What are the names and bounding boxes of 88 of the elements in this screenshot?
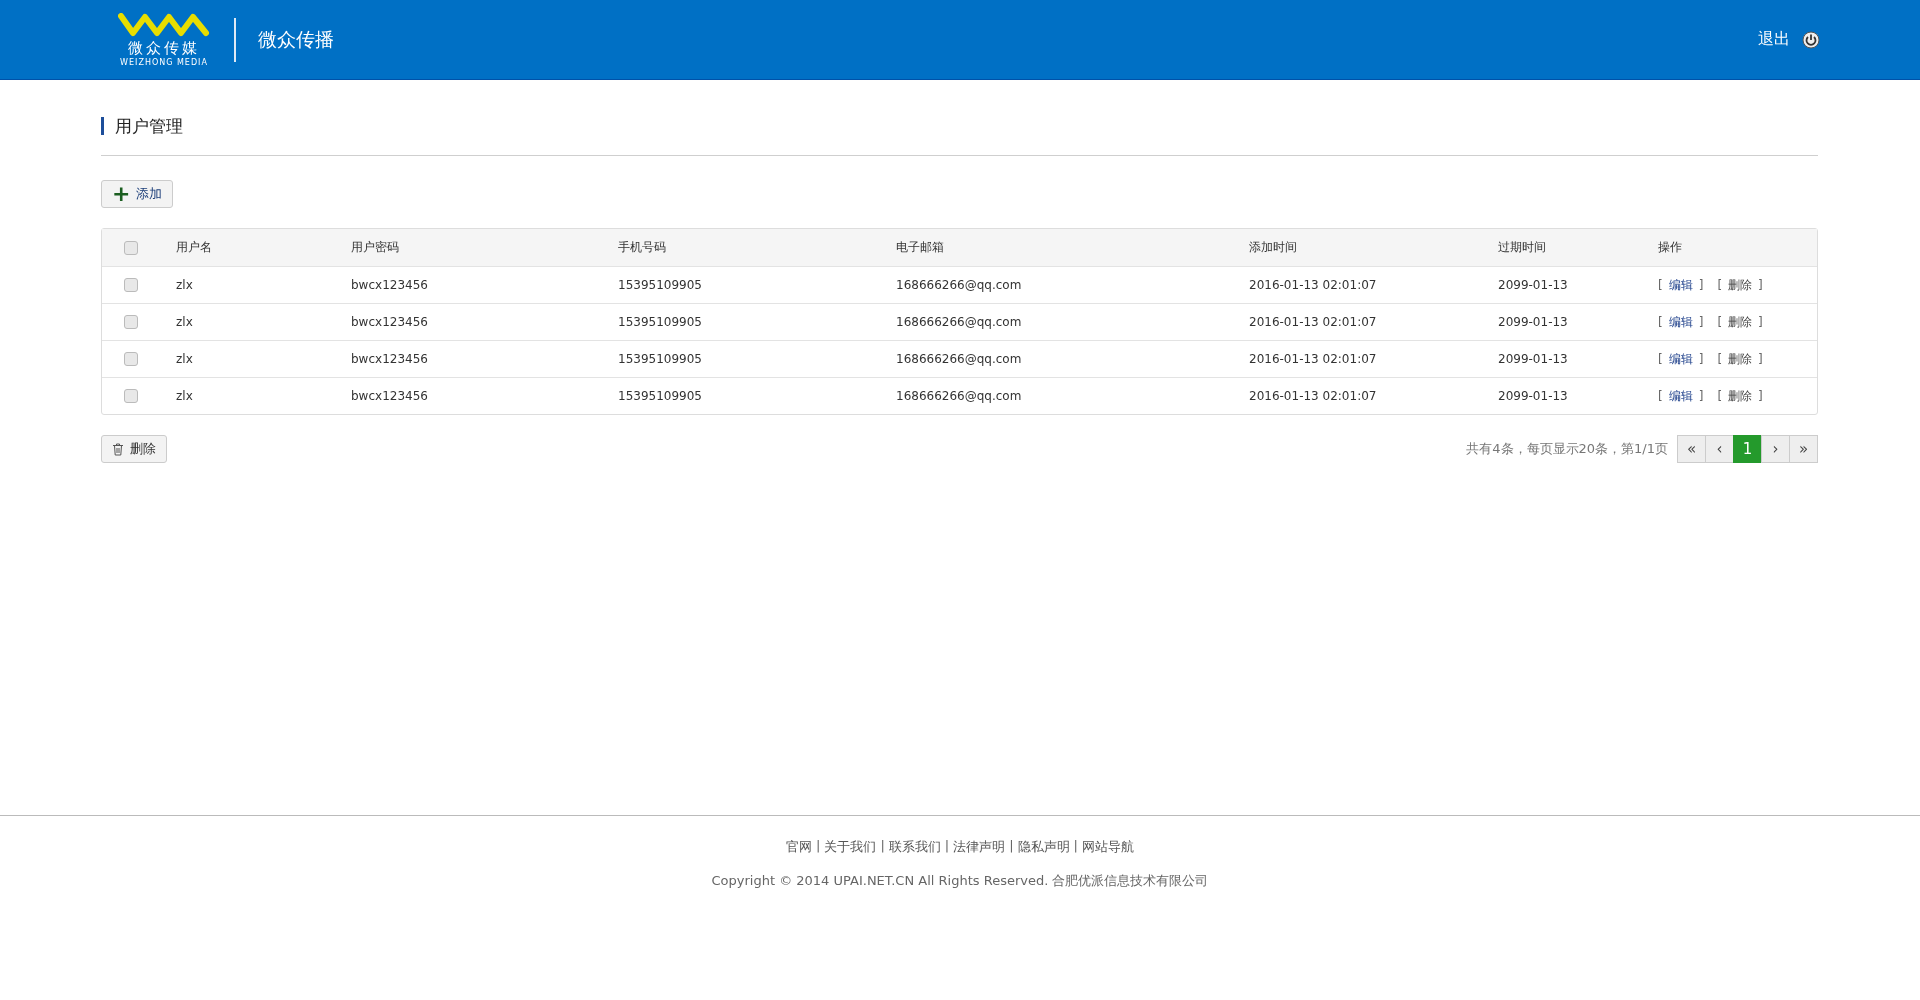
select-all-checkbox[interactable] xyxy=(124,240,138,255)
separator: | xyxy=(1009,838,1014,855)
bracket: [ xyxy=(1717,351,1723,366)
bracket: [ xyxy=(1658,314,1663,329)
power-icon[interactable] xyxy=(1802,30,1820,49)
column-header: 添加时间 xyxy=(1249,240,1297,254)
table-cell: 168666266@qq.com xyxy=(896,315,1022,329)
bracket: ] xyxy=(1758,314,1763,329)
table-cell: 2016-01-13 02:01:07 xyxy=(1249,315,1377,329)
separator: | xyxy=(816,838,821,855)
table-cell: zlx xyxy=(176,315,193,329)
table-cell: 2099-01-13 xyxy=(1498,389,1568,403)
delete-link[interactable]: 删除 xyxy=(1728,277,1753,292)
separator: | xyxy=(1073,838,1078,855)
bracket: ] xyxy=(1698,388,1704,403)
table-cell: 15395109905 xyxy=(618,352,702,366)
bracket: ] xyxy=(1758,277,1763,292)
delete-link[interactable]: 删除 xyxy=(1728,388,1753,403)
edit-link[interactable]: 编辑 xyxy=(1668,388,1693,403)
table-cell: zlx xyxy=(176,278,193,292)
pagination-button[interactable]: ‹ xyxy=(1705,435,1734,463)
table-cell: 2016-01-13 02:01:07 xyxy=(1249,352,1377,366)
column-header: 手机号码 xyxy=(618,240,666,254)
edit-link[interactable]: 编辑 xyxy=(1668,314,1693,329)
bracket: [ xyxy=(1717,314,1723,329)
site-title: 微众传播 xyxy=(258,26,334,52)
logo-subtext: WEIZHONG MEDIA xyxy=(120,57,208,67)
footer-link[interactable]: 关于我们 xyxy=(824,838,877,856)
bracket: [ xyxy=(1717,388,1723,403)
bracket: [ xyxy=(1717,277,1723,292)
row-checkbox[interactable] xyxy=(124,352,138,367)
column-header: 用户名 xyxy=(176,240,212,254)
column-header: 过期时间 xyxy=(1498,240,1546,254)
bracket: ] xyxy=(1698,314,1704,329)
table-cell: zlx xyxy=(176,352,193,366)
bracket: [ xyxy=(1658,351,1663,366)
delete-link[interactable]: 删除 xyxy=(1728,314,1753,329)
table-cell: 15395109905 xyxy=(618,278,702,292)
logo-text: 微众传媒 xyxy=(128,38,200,58)
trash-icon xyxy=(112,442,124,456)
bracket: [ xyxy=(1658,388,1663,403)
logout-link[interactable]: 退出 xyxy=(1758,29,1790,50)
pagination-button[interactable]: › xyxy=(1761,435,1790,463)
page-title: 用户管理 xyxy=(101,117,1818,135)
row-checkbox[interactable] xyxy=(124,278,138,293)
table-cell: bwcx123456 xyxy=(351,352,428,366)
edit-link[interactable]: 编辑 xyxy=(1668,351,1693,366)
table-cell: bwcx123456 xyxy=(351,278,428,292)
copyright-text: Copyright © 2014 UPAI.NET.CN All Rights Reserved. 合肥优派信息技术有限公司 xyxy=(710,872,1210,890)
table-cell: zlx xyxy=(176,389,193,403)
table-cell: 168666266@qq.com xyxy=(896,352,1022,366)
bracket: ] xyxy=(1758,388,1763,403)
bracket: ] xyxy=(1698,351,1704,366)
table-cell: 15395109905 xyxy=(618,389,702,403)
column-header: 用户密码 xyxy=(351,240,399,254)
column-header: 操作 xyxy=(1658,240,1682,254)
footer-link[interactable]: 联系我们 xyxy=(888,838,941,856)
table-cell: 2016-01-13 02:01:07 xyxy=(1249,389,1377,403)
pagination-button[interactable]: 1 xyxy=(1733,435,1762,463)
column-header: 电子邮箱 xyxy=(896,240,944,254)
delete-link[interactable]: 删除 xyxy=(1728,351,1753,366)
separator: | xyxy=(944,838,950,855)
pagination-summary: 共有4条，每页显示20条，第1/1页 xyxy=(1466,440,1668,458)
row-checkbox[interactable] xyxy=(124,315,138,330)
table-cell: 2099-01-13 xyxy=(1498,315,1568,329)
bracket: ] xyxy=(1698,277,1704,292)
table-cell: 15395109905 xyxy=(618,315,702,329)
table-cell: 168666266@qq.com xyxy=(896,278,1022,292)
table-cell: 168666266@qq.com xyxy=(896,389,1022,403)
logo-icon xyxy=(118,12,210,37)
row-checkbox[interactable] xyxy=(124,389,138,404)
pagination-button[interactable]: » xyxy=(1789,435,1818,463)
footer-link[interactable]: 隐私声明 xyxy=(1017,838,1070,856)
table-cell: bwcx123456 xyxy=(351,315,428,329)
add-button[interactable]: + 添加 xyxy=(101,180,174,208)
bracket: ] xyxy=(1758,351,1763,366)
table-cell: bwcx123456 xyxy=(351,389,428,403)
bracket: [ xyxy=(1658,277,1663,292)
edit-link[interactable]: 编辑 xyxy=(1668,277,1693,292)
table-cell: 2099-01-13 xyxy=(1498,352,1568,366)
delete-button[interactable]: 删除 xyxy=(101,435,167,463)
table-cell: 2016-01-13 02:01:07 xyxy=(1249,278,1377,292)
footer-link[interactable]: 官网 xyxy=(786,838,812,856)
pagination-button[interactable]: « xyxy=(1677,435,1706,463)
footer-link[interactable]: 法律声明 xyxy=(953,838,1006,856)
table-cell: 2099-01-13 xyxy=(1498,278,1568,292)
separator: | xyxy=(880,838,885,855)
footer-link[interactable]: 网站导航 xyxy=(1081,838,1134,856)
